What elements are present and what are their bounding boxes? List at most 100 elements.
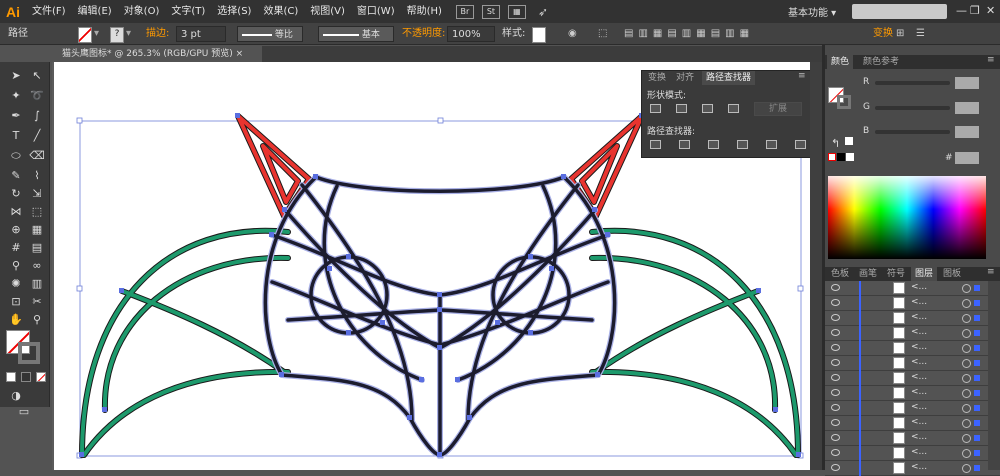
tab-symbols[interactable]: 符号 — [883, 267, 909, 281]
layer-row[interactable]: <... — [825, 401, 1000, 416]
merge-button[interactable] — [708, 140, 719, 149]
tab-color-guide[interactable]: 颜色参考 — [859, 55, 903, 69]
symbol-sprayer-icon[interactable]: ✺ — [6, 276, 26, 292]
isolate-icon[interactable]: ⊞ — [896, 26, 904, 42]
expand-button[interactable]: 扩展 — [754, 102, 802, 116]
owl-head-strokes[interactable] — [263, 175, 617, 457]
pathfinder-menu-icon[interactable]: ≡ — [798, 71, 806, 81]
layers-menu-icon[interactable]: ≡ — [987, 267, 995, 277]
menu-window[interactable]: 窗口(W) — [351, 0, 401, 23]
layer-row[interactable]: <... — [825, 446, 1000, 461]
canvas-vertical-scrollbar[interactable] — [810, 62, 822, 470]
target-icon[interactable] — [962, 449, 971, 458]
stroke-weight-label[interactable]: 描边: — [146, 26, 169, 42]
selection-indicator[interactable] — [974, 450, 980, 456]
rotate-tool-icon[interactable]: ↻ — [6, 186, 26, 202]
layer-row[interactable]: <... — [825, 461, 1000, 476]
control-menu-icon[interactable]: ☰ — [916, 26, 925, 42]
crop-button[interactable] — [737, 140, 748, 149]
opacity-label[interactable]: 不透明度: — [402, 26, 445, 42]
visibility-eye-icon[interactable] — [831, 299, 840, 306]
minus-front-button[interactable] — [676, 104, 687, 113]
white-swatch-small[interactable] — [845, 137, 853, 145]
target-icon[interactable] — [962, 404, 971, 413]
layer-row[interactable]: <... — [825, 386, 1000, 401]
target-icon[interactable] — [962, 419, 971, 428]
color-mode-icon[interactable] — [6, 372, 16, 382]
hand-tool-icon[interactable]: ✋ — [6, 312, 26, 328]
visibility-eye-icon[interactable] — [831, 434, 840, 441]
trim-button[interactable] — [679, 140, 690, 149]
channel-r-input[interactable] — [955, 77, 979, 89]
visibility-eye-icon[interactable] — [831, 374, 840, 381]
workspace-switcher[interactable]: 基本功能 ▾ — [788, 4, 836, 19]
fill-swatch[interactable] — [78, 27, 92, 43]
visibility-eye-icon[interactable] — [831, 419, 840, 426]
selection-indicator[interactable] — [974, 300, 980, 306]
layer-row[interactable]: <... — [825, 431, 1000, 446]
pen-tool-icon[interactable]: ✒ — [6, 108, 26, 124]
menu-view[interactable]: 视图(V) — [304, 0, 351, 23]
divide-button[interactable] — [650, 140, 661, 149]
target-icon[interactable] — [962, 389, 971, 398]
exclude-button[interactable] — [728, 104, 739, 113]
tab-color[interactable]: 颜色 — [827, 55, 854, 69]
visibility-eye-icon[interactable] — [831, 404, 840, 411]
tab-transform[interactable]: 变换 — [644, 71, 670, 85]
minimize-button[interactable]: — — [956, 4, 967, 17]
layer-row[interactable]: <... — [825, 281, 1000, 296]
menu-effect[interactable]: 效果(C) — [257, 0, 304, 23]
blob-brush-icon[interactable]: ⌇ — [27, 168, 47, 184]
target-icon[interactable] — [962, 299, 971, 308]
tab-pathfinder[interactable]: 路径查找器 — [702, 71, 756, 85]
blend-tool-icon[interactable]: ∞ — [27, 258, 47, 274]
zoom-tool-icon[interactable]: ⚲ — [27, 312, 47, 328]
target-icon[interactable] — [962, 464, 971, 473]
color-spectrum[interactable] — [828, 176, 986, 259]
graph-tool-icon[interactable]: ▥ — [27, 276, 47, 292]
layer-row[interactable]: <... — [825, 341, 1000, 356]
eyedropper-icon[interactable]: ⚲ — [6, 258, 26, 274]
graphic-style-swatch[interactable] — [532, 27, 546, 43]
white-swatch[interactable] — [846, 153, 854, 161]
left-wing-inner[interactable] — [102, 255, 290, 412]
slice-tool-icon[interactable]: ✂ — [27, 294, 47, 310]
stroke-dropdown-icon[interactable]: ▾ — [126, 26, 131, 42]
document-tab[interactable]: 猫头鹰图标* @ 265.3% (RGB/GPU 预览) × — [54, 46, 262, 62]
fill-dropdown-icon[interactable]: ▾ — [94, 26, 99, 42]
opacity-input[interactable]: 100% — [447, 26, 495, 42]
selection-indicator[interactable] — [974, 465, 980, 471]
direct-selection-icon[interactable]: ↖ — [27, 68, 47, 84]
channel-g-input[interactable] — [955, 102, 979, 114]
stroke-color-box[interactable] — [18, 342, 40, 364]
recolor-artwork-icon[interactable]: ◉ — [568, 26, 577, 42]
target-icon[interactable] — [962, 344, 971, 353]
arrange-documents-icon[interactable]: ▦ — [507, 4, 526, 19]
selection-indicator[interactable] — [974, 315, 980, 321]
layers-scrollbar[interactable] — [988, 281, 1000, 470]
selection-indicator[interactable] — [974, 345, 980, 351]
layer-row[interactable]: <... — [825, 371, 1000, 386]
tab-artboards[interactable]: 图板 — [939, 267, 965, 281]
layer-row[interactable]: <... — [825, 311, 1000, 326]
selection-indicator[interactable] — [974, 285, 980, 291]
tab-layers[interactable]: 图层 — [911, 267, 938, 281]
channel-g-slider[interactable] — [875, 106, 950, 110]
intersect-button[interactable] — [702, 104, 713, 113]
menu-type[interactable]: 文字(T) — [165, 0, 211, 23]
curvature-icon[interactable]: ∫ — [27, 108, 47, 124]
target-icon[interactable] — [962, 359, 971, 368]
line-tool-icon[interactable]: ╱ — [27, 128, 47, 144]
visibility-eye-icon[interactable] — [831, 389, 840, 396]
magic-wand-icon[interactable]: ✦ — [6, 88, 26, 104]
outline-button[interactable] — [766, 140, 777, 149]
selection-indicator[interactable] — [974, 435, 980, 441]
visibility-eye-icon[interactable] — [831, 449, 840, 456]
menu-help[interactable]: 帮助(H) — [401, 0, 448, 23]
visibility-eye-icon[interactable] — [831, 314, 840, 321]
minus-back-button[interactable] — [795, 140, 806, 149]
screen-mode-icon[interactable]: ▭ — [14, 404, 34, 420]
selection-indicator[interactable] — [974, 420, 980, 426]
target-icon[interactable] — [962, 329, 971, 338]
visibility-eye-icon[interactable] — [831, 329, 840, 336]
